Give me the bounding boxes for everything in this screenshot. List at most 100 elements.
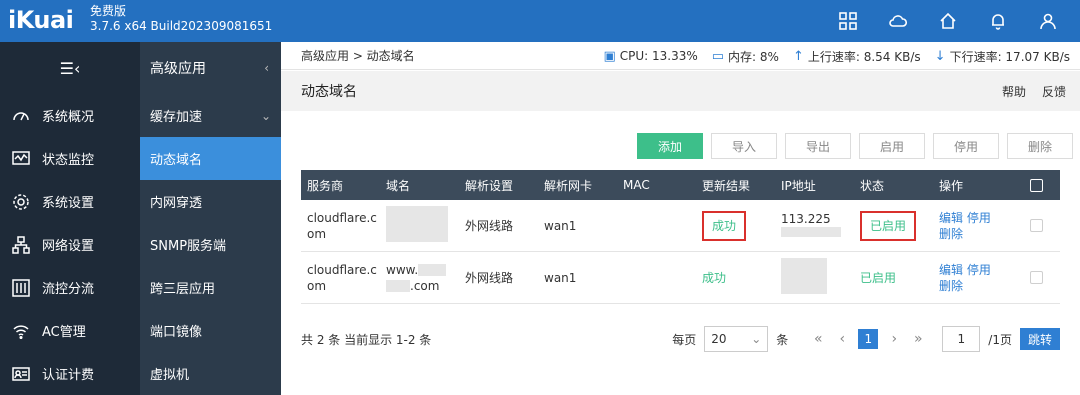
nav-item-monitor[interactable]: 状态监控 <box>0 137 140 180</box>
system-stats: ▣ CPU: 13.33% ▭ 内存: 8% ↑ 上行速率: 8.54 KB/s ↓ 下… <box>603 42 1070 70</box>
bell-icon[interactable] <box>986 9 1010 33</box>
cell-result: 成功 <box>696 269 775 286</box>
nav-item-flow-control[interactable]: 流控分流 <box>0 266 140 309</box>
chevron-down-icon: ⌄ <box>260 108 271 123</box>
enable-button[interactable]: 启用 <box>859 133 925 159</box>
prev-page-icon[interactable]: ‹ <box>834 331 850 347</box>
chevron-left-icon[interactable]: ‹ <box>264 61 269 75</box>
version-label: 3.7.6 x64 Build202309081651 <box>90 19 273 33</box>
row-checkbox[interactable] <box>1012 271 1060 284</box>
checkbox[interactable] <box>1029 219 1043 232</box>
sub-item-cache-accel[interactable]: 缓存加速 ⌄ <box>140 94 281 137</box>
page-1-button[interactable]: 1 <box>858 329 879 349</box>
cell-ip <box>775 258 854 297</box>
provider-text: cloudflare.com <box>307 262 377 293</box>
sub-item-snmp[interactable]: SNMP服务端 <box>140 223 281 266</box>
disable-button[interactable]: 停用 <box>933 133 999 159</box>
sub-item-label: 缓存加速 <box>150 110 203 125</box>
per-page-value: 20 <box>711 332 727 346</box>
goto-page-input[interactable]: 1 <box>942 326 981 352</box>
pager-info: 共 2 条 当前显示 1-2 条 <box>301 332 432 347</box>
row-checkbox[interactable] <box>1012 219 1060 232</box>
export-button[interactable]: 导出 <box>785 133 851 159</box>
cell-resolve: 外网线路 <box>465 219 514 233</box>
download-stat: ↓ 下行速率: 17.07 KB/s <box>935 48 1070 65</box>
nav-item-auth-billing[interactable]: 认证计费 <box>0 352 140 395</box>
import-button[interactable]: 导入 <box>711 133 777 159</box>
help-link[interactable]: 帮助 <box>1002 83 1026 100</box>
cell-domain <box>380 206 459 245</box>
add-button[interactable]: 添加 <box>637 133 703 159</box>
arrow-up-icon: ↑ <box>792 48 804 64</box>
cloud-icon[interactable] <box>886 9 910 33</box>
first-page-icon[interactable]: « <box>810 331 826 347</box>
left-nav: ☰‹ 系统概况 状态监控 系统设置 网络设置 流控分流 AC管理 认证计费 <box>0 42 140 395</box>
memory-icon: ▭ <box>711 48 725 64</box>
nav-item-label: 系统概况 <box>42 110 95 125</box>
delete-link[interactable]: 删除 <box>939 278 1012 294</box>
col-resolve: 解析设置 <box>465 178 514 193</box>
mem-value: 内存: 8% <box>728 49 779 64</box>
edition-info: 免费版 3.7.6 x64 Build202309081651 <box>90 4 272 34</box>
pagination: 共 2 条 当前显示 1-2 条 每页 20 ⌄ 条 « ‹ 1 › » 1 /… <box>301 325 1060 353</box>
breadcrumb: 高级应用 > 动态域名 <box>301 49 415 63</box>
nav-item-label: AC管理 <box>42 325 86 340</box>
cell-result: 成功 <box>696 211 775 241</box>
top-bar: iKuai 免费版 3.7.6 x64 Build202309081651 <box>0 0 1080 42</box>
wifi-icon <box>0 321 42 341</box>
edition-label: 免费版 <box>90 4 127 18</box>
title-bar: 动态域名 帮助 反馈 <box>281 71 1080 111</box>
nav-item-ac[interactable]: AC管理 <box>0 309 140 352</box>
edit-link[interactable]: 编辑 <box>939 263 963 277</box>
home-icon[interactable] <box>936 9 960 33</box>
checkbox[interactable] <box>1029 271 1043 284</box>
select-all-checkbox[interactable] <box>1012 178 1060 192</box>
redacted-domain <box>386 280 410 292</box>
cpu-value: CPU: 13.33% <box>619 49 698 63</box>
redacted-domain <box>418 264 447 276</box>
last-page-icon[interactable]: » <box>910 331 926 347</box>
result-text: 成功 <box>702 271 727 285</box>
sub-item-label: 内网穿透 <box>150 196 203 211</box>
chevron-down-icon: ⌄ <box>751 332 762 346</box>
top-icons <box>836 0 1060 42</box>
nav-item-network[interactable]: 网络设置 <box>0 223 140 266</box>
jump-button[interactable]: 跳转 <box>1019 328 1060 350</box>
toolbar: 添加 导入 导出 启用 停用 删除 <box>637 133 1073 159</box>
upload-stat: ↑ 上行速率: 8.54 KB/s <box>793 48 921 65</box>
cell-domain: www. .com <box>380 262 459 294</box>
cell-status: 已启用 <box>854 269 933 286</box>
disable-link[interactable]: 停用 <box>967 263 991 277</box>
menu-toggle-icon[interactable]: ☰‹ <box>0 42 140 94</box>
ddns-table: 服务商 域名 解析设置 解析网卡 MAC 更新结果 IP地址 状态 操作 clo… <box>301 170 1060 304</box>
sub-item-cross-layer3[interactable]: 跨三层应用 <box>140 266 281 309</box>
title-links: 帮助 反馈 <box>1002 83 1066 100</box>
nav-item-label: 网络设置 <box>42 239 95 254</box>
nav-item-system-settings[interactable]: 系统设置 <box>0 180 140 223</box>
sub-item-nat-traversal[interactable]: 内网穿透 <box>140 180 281 223</box>
nav-item-overview[interactable]: 系统概况 <box>0 94 140 137</box>
cell-actions: 编辑 停用 删除 <box>933 262 1012 294</box>
grid-icon[interactable] <box>836 9 860 33</box>
sub-item-vm[interactable]: 虚拟机 <box>140 352 281 395</box>
per-page-label: 每页 <box>672 332 697 347</box>
logo: iKuai <box>8 6 74 34</box>
delete-button[interactable]: 删除 <box>1007 133 1073 159</box>
checkbox[interactable] <box>1029 178 1043 192</box>
per-page-select[interactable]: 20 ⌄ <box>704 326 769 352</box>
sub-nav-header[interactable]: 高级应用 ‹ <box>140 42 281 94</box>
cell-ip: 113.225 <box>775 212 854 240</box>
cell-iface: wan1 <box>544 270 577 285</box>
pager-controls: 每页 20 ⌄ 条 « ‹ 1 › » 1 /1页 跳转 <box>672 326 1060 352</box>
sub-item-port-mirror[interactable]: 端口镜像 <box>140 309 281 352</box>
user-icon[interactable] <box>1036 9 1060 33</box>
sub-item-ddns[interactable]: 动态域名 <box>140 137 281 180</box>
domain-prefix: www. <box>386 262 419 277</box>
delete-link[interactable]: 删除 <box>939 226 1012 242</box>
feedback-link[interactable]: 反馈 <box>1042 83 1066 100</box>
edit-link[interactable]: 编辑 <box>939 211 963 225</box>
table-row: cloudflare.com www. .com 外网线路 wan1 成功 已启… <box>301 252 1060 304</box>
col-ip: IP地址 <box>781 178 816 193</box>
disable-link[interactable]: 停用 <box>967 211 991 225</box>
next-page-icon[interactable]: › <box>886 331 902 347</box>
